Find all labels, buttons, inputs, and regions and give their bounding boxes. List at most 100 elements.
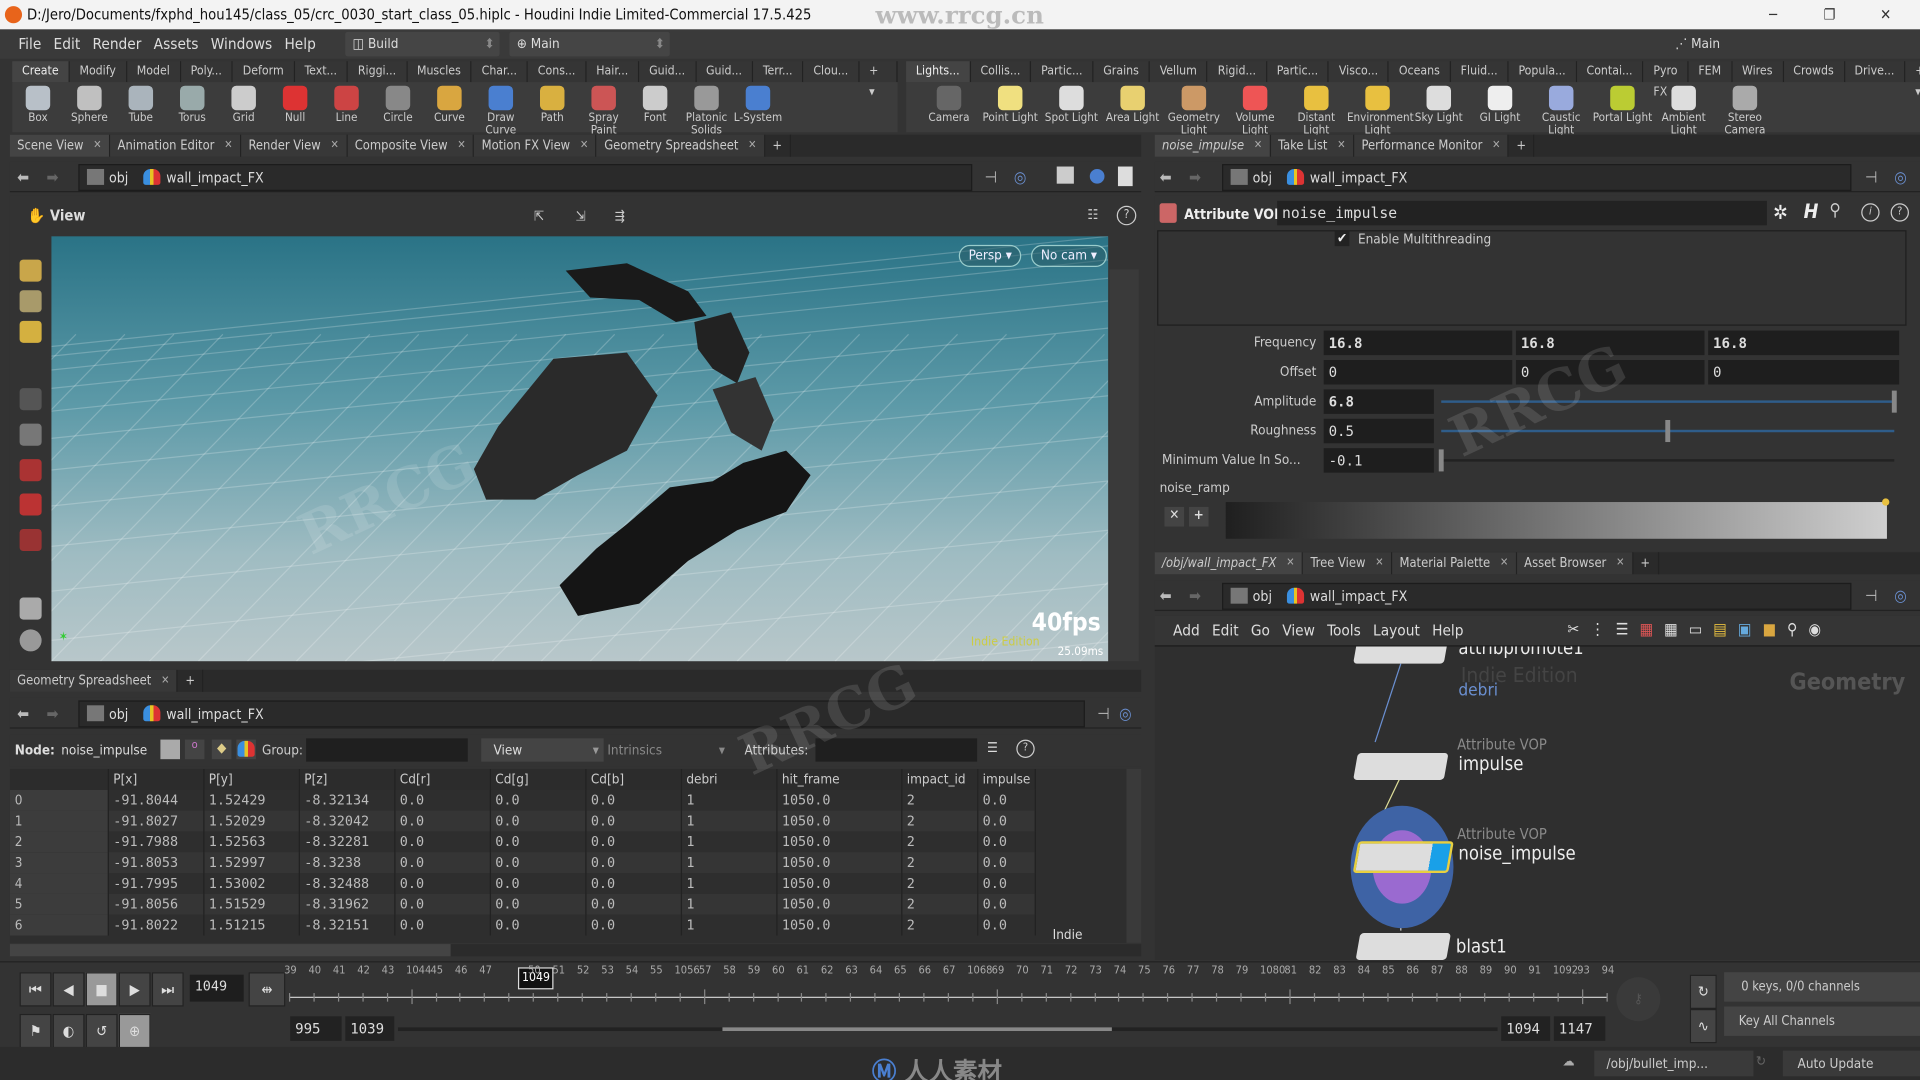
network-menu-item[interactable]: View bbox=[1276, 616, 1321, 645]
close-tab-icon[interactable]: ✕ bbox=[457, 135, 465, 157]
info-icon[interactable]: i bbox=[1861, 203, 1880, 222]
sticky-note-icon[interactable]: ▤ bbox=[1713, 621, 1738, 639]
detail-icon[interactable] bbox=[236, 739, 256, 760]
pane-tab[interactable]: Tree View ✕ bbox=[1303, 552, 1393, 575]
vertices-icon[interactable]: o bbox=[184, 739, 205, 760]
network-box-icon[interactable]: ▭ bbox=[1689, 621, 1714, 639]
link-icon[interactable]: ◎ bbox=[1894, 169, 1907, 187]
shelf-tool[interactable]: GI Light bbox=[1469, 83, 1530, 137]
shelf-tab[interactable]: Partic... bbox=[1267, 61, 1330, 83]
close-tab-icon[interactable]: ✕ bbox=[1286, 552, 1294, 574]
close-button[interactable]: ✕ bbox=[1861, 0, 1910, 29]
shelf-tab[interactable]: Crowds bbox=[1783, 61, 1845, 83]
forward-arrow-icon[interactable]: ➡ bbox=[1189, 588, 1201, 606]
network-menu-item[interactable]: Tools bbox=[1321, 616, 1367, 645]
loop-button[interactable]: ↺ bbox=[85, 1013, 118, 1049]
pin-icon[interactable]: ⊣ bbox=[1865, 588, 1877, 606]
menu-render[interactable]: Render bbox=[86, 29, 147, 58]
shelf-tool[interactable]: Portal Light bbox=[1592, 83, 1653, 137]
shelf-tab[interactable]: Clou... bbox=[803, 61, 860, 83]
path-root[interactable]: obj bbox=[109, 169, 128, 186]
shelf-tool[interactable]: Circle bbox=[372, 83, 423, 137]
shelf-tab[interactable]: Text... bbox=[294, 61, 349, 83]
amplitude-slider[interactable] bbox=[1441, 400, 1895, 403]
shelf-tab[interactable]: FEM bbox=[1688, 61, 1733, 83]
stop-button[interactable]: ■ bbox=[85, 972, 118, 1007]
shelf-tool[interactable]: Point Light bbox=[980, 83, 1041, 137]
paint-tool-icon[interactable] bbox=[19, 259, 42, 282]
search-icon[interactable]: ⚲ bbox=[1787, 621, 1809, 639]
select-tool-icon[interactable]: ⇱ bbox=[534, 208, 544, 224]
pose-icon[interactable] bbox=[19, 597, 42, 620]
amplitude-slider-handle[interactable] bbox=[1891, 390, 1897, 413]
timeline-slider[interactable]: 1049 39 40 41 42 43 1044 45 46 47 50 51 52 53 54 55 105… bbox=[284, 965, 1614, 1014]
forward-arrow-icon[interactable]: ➡ bbox=[47, 169, 59, 187]
eye-icon[interactable]: ◉ bbox=[1809, 621, 1833, 639]
points-icon[interactable] bbox=[160, 739, 181, 760]
sphere-icon[interactable] bbox=[1089, 168, 1105, 184]
select-arrow-icon[interactable] bbox=[19, 388, 42, 411]
shelf-tab[interactable]: Visco... bbox=[1329, 61, 1390, 83]
min-value-slider[interactable] bbox=[1441, 459, 1895, 462]
shelf-tool[interactable]: Line bbox=[321, 83, 372, 137]
menu-edit[interactable]: Edit bbox=[47, 29, 86, 58]
shelf-tab[interactable]: Vellum bbox=[1149, 61, 1208, 83]
shelf-tool[interactable]: Spray Paint bbox=[578, 83, 629, 137]
shelf-tool[interactable]: Null bbox=[269, 83, 320, 137]
move-icon[interactable] bbox=[19, 459, 42, 482]
menu-assets[interactable]: Assets bbox=[148, 29, 205, 58]
path-root[interactable]: obj bbox=[1253, 169, 1272, 186]
pane-tab[interactable]: Material Palette ✕ bbox=[1392, 552, 1517, 575]
path-node[interactable]: wall_impact_FX bbox=[166, 705, 263, 722]
shelf-tool[interactable]: Spot Light bbox=[1041, 83, 1102, 137]
close-tab-icon[interactable]: ✕ bbox=[580, 135, 588, 157]
pane-tab[interactable]: Scene View ✕ bbox=[9, 134, 111, 157]
ramp-remove-button[interactable]: ✕ bbox=[1164, 506, 1185, 527]
shelf-tab[interactable]: Deform bbox=[232, 61, 295, 83]
close-tab-icon[interactable]: ✕ bbox=[161, 670, 169, 692]
menu-file[interactable]: File bbox=[12, 29, 47, 58]
view-dropdown[interactable]: View ▾ bbox=[481, 738, 604, 762]
pane-tab[interactable]: Performance Monitor ✕ bbox=[1354, 134, 1510, 157]
close-tab-icon[interactable]: ✕ bbox=[1337, 135, 1345, 157]
shelf-tab[interactable]: Drive... bbox=[1844, 61, 1906, 83]
shelf-tool[interactable]: Distant Light bbox=[1286, 83, 1347, 137]
play-reverse-button[interactable]: ◀ bbox=[52, 972, 85, 1007]
shelf-tool[interactable]: Font bbox=[629, 83, 680, 137]
column-header[interactable]: hit_frame bbox=[776, 768, 902, 790]
path-field[interactable]: obj wall_impact_FX bbox=[1222, 164, 1852, 192]
group-input[interactable] bbox=[306, 738, 468, 762]
pane-tab[interactable]: Render View ✕ bbox=[241, 134, 348, 157]
ramp-add-button[interactable]: + bbox=[1188, 506, 1209, 527]
realtime-toggle[interactable]: ⚑ bbox=[19, 1013, 52, 1049]
add-tab-button[interactable]: + bbox=[1509, 134, 1535, 157]
help-icon[interactable]: ? bbox=[1016, 739, 1035, 758]
shelf-tool[interactable]: Stereo Camera bbox=[1714, 83, 1775, 137]
shelf-tool[interactable]: Camera bbox=[918, 83, 979, 137]
shelf-tool[interactable]: Box bbox=[12, 83, 63, 137]
column-header[interactable]: impact_id bbox=[901, 768, 978, 790]
shelf-tool[interactable]: Volume Light bbox=[1224, 83, 1285, 137]
maximize-button[interactable]: ❐ bbox=[1805, 0, 1854, 29]
global-end-field[interactable]: 1147 bbox=[1553, 1016, 1606, 1041]
global-start-field[interactable]: 995 bbox=[290, 1016, 342, 1041]
shelf-tab[interactable]: Wires bbox=[1732, 61, 1784, 83]
audio-button[interactable]: ◐ bbox=[52, 1013, 85, 1049]
help-icon[interactable]: ? bbox=[1890, 203, 1909, 222]
close-tab-icon[interactable]: ✕ bbox=[1254, 135, 1262, 157]
shelf-tab[interactable]: Grains bbox=[1093, 61, 1150, 83]
column-header[interactable]: P[z] bbox=[298, 768, 395, 790]
network-editor[interactable]: Geometry Indie Edition attribpromote1 de… bbox=[1154, 646, 1920, 961]
status-path-dropdown[interactable]: /obj/bullet_imp... bbox=[1594, 1050, 1754, 1077]
column-header[interactable] bbox=[9, 768, 109, 790]
refresh-icon[interactable]: ↻ bbox=[1756, 1053, 1766, 1069]
column-header[interactable]: P[x] bbox=[107, 768, 204, 790]
end-frame-field[interactable]: 1094 bbox=[1501, 1016, 1551, 1041]
shelf-tab[interactable]: Rigid... bbox=[1207, 61, 1268, 83]
lock-icon[interactable] bbox=[19, 423, 42, 446]
close-tab-icon[interactable]: ✕ bbox=[330, 135, 338, 157]
network-menu-item[interactable]: Add bbox=[1167, 616, 1206, 645]
multithreading-checkbox[interactable]: ✔ bbox=[1334, 231, 1350, 247]
shelf-tab[interactable]: Create bbox=[12, 61, 70, 83]
shelf-tool[interactable]: Ambient Light bbox=[1653, 83, 1714, 137]
